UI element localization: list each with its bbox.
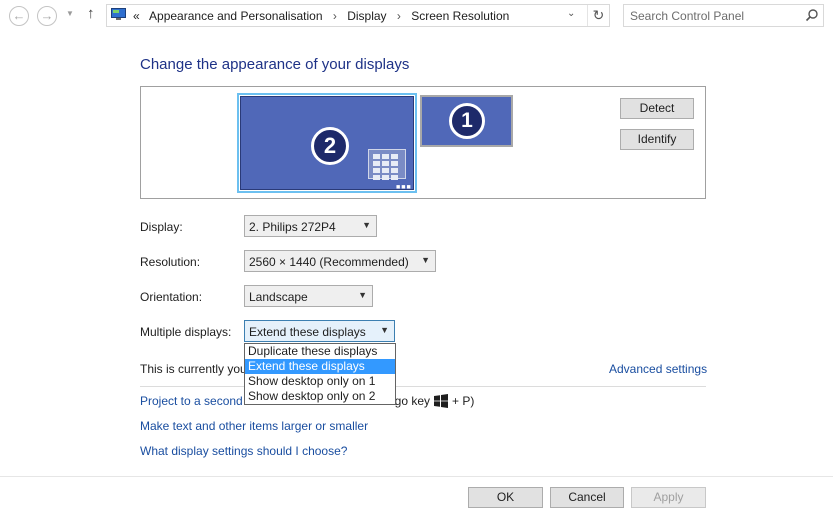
chevron-down-icon: ▼ (421, 255, 430, 265)
multiple-displays-label: Multiple displays: (140, 325, 232, 339)
multiple-displays-value: Extend these displays (249, 325, 366, 339)
divider (140, 386, 706, 387)
option-extend[interactable]: Extend these displays (245, 359, 395, 374)
monitor-2-number: 2 (311, 127, 349, 165)
identify-button[interactable]: Identify (620, 129, 694, 150)
orientation-label: Orientation: (140, 290, 203, 304)
advanced-settings-link[interactable]: Advanced settings (609, 362, 707, 376)
page-title: Change the appearance of your displays (140, 56, 410, 73)
display-select[interactable]: 2. Philips 272P4 ▼ (244, 215, 377, 237)
search-box[interactable] (623, 4, 824, 27)
breadcrumb: « Appearance and Personalisation › Displ… (133, 9, 509, 23)
monitor-2-selection-outline[interactable]: 2 ■■■ (237, 93, 417, 193)
monitor-1[interactable]: 1 (420, 95, 513, 147)
more-dots-icon: ■■■ (396, 184, 412, 191)
back-button[interactable]: ← (9, 6, 29, 26)
breadcrumb-overflow[interactable]: « (133, 9, 140, 23)
recent-locations-button[interactable]: ▼ (66, 9, 74, 18)
display-label: Display: (140, 220, 183, 234)
search-input[interactable] (630, 8, 800, 23)
chevron-down-icon: ⌄ (567, 8, 576, 19)
breadcrumb-screen-resolution[interactable]: Screen Resolution (411, 9, 509, 23)
multiple-displays-dropdown: Duplicate these displays Extend these di… (244, 343, 396, 405)
footer-divider (0, 476, 833, 477)
shortcut-text-after: + P) (452, 394, 475, 408)
apply-button[interactable]: Apply (631, 487, 706, 508)
display-settings-help-link[interactable]: What display settings should I choose? (140, 444, 347, 458)
project-to-second-screen-link[interactable]: Project to a second (140, 394, 243, 408)
option-duplicate[interactable]: Duplicate these displays (245, 344, 395, 359)
windows-logo-icon (434, 394, 449, 408)
resolution-select[interactable]: 2560 × 1440 (Recommended) ▼ (244, 250, 436, 272)
breadcrumb-separator[interactable]: › (397, 9, 401, 23)
monitor-2[interactable]: 2 ■■■ (240, 96, 414, 191)
display-value: 2. Philips 272P4 (249, 220, 336, 234)
orientation-select[interactable]: Landscape ▼ (244, 285, 373, 307)
address-bar[interactable]: « Appearance and Personalisation › Displ… (106, 4, 610, 27)
resolution-value: 2560 × 1440 (Recommended) (249, 255, 409, 269)
cancel-button[interactable]: Cancel (550, 487, 624, 508)
breadcrumb-appearance[interactable]: Appearance and Personalisation (149, 9, 322, 23)
chevron-down-icon: ▼ (380, 325, 389, 335)
chevron-down-icon: ▼ (66, 9, 74, 18)
text-size-link[interactable]: Make text and other items larger or smal… (140, 419, 368, 433)
arrow-right-icon: → (40, 8, 54, 23)
refresh-icon: ↻ (592, 7, 605, 23)
control-panel-icon (111, 8, 126, 20)
orientation-value: Landscape (249, 290, 308, 304)
multiple-displays-select[interactable]: Extend these displays ▼ (244, 320, 395, 342)
ok-button[interactable]: OK (468, 487, 543, 508)
forward-button[interactable]: → (37, 6, 57, 26)
chevron-down-icon: ▼ (358, 290, 367, 300)
up-button[interactable]: ↑ (87, 5, 95, 22)
taskbar-grid-icon (368, 149, 406, 180)
detect-button[interactable]: Detect (620, 98, 694, 119)
arrow-up-icon: ↑ (87, 5, 95, 22)
main-display-status: This is currently you (140, 362, 247, 376)
arrow-left-icon: ← (12, 8, 26, 23)
breadcrumb-separator[interactable]: › (333, 9, 337, 23)
option-show-only-2[interactable]: Show desktop only on 2 (245, 389, 395, 404)
monitor-1-number: 1 (449, 103, 485, 139)
option-show-only-1[interactable]: Show desktop only on 1 (245, 374, 395, 389)
address-dropdown[interactable]: ⌄ (567, 8, 575, 19)
breadcrumb-display[interactable]: Display (347, 9, 386, 23)
refresh-button[interactable]: ↻ (587, 5, 609, 26)
resolution-label: Resolution: (140, 255, 201, 269)
chevron-down-icon: ▼ (362, 220, 371, 230)
search-icon[interactable] (805, 8, 819, 22)
